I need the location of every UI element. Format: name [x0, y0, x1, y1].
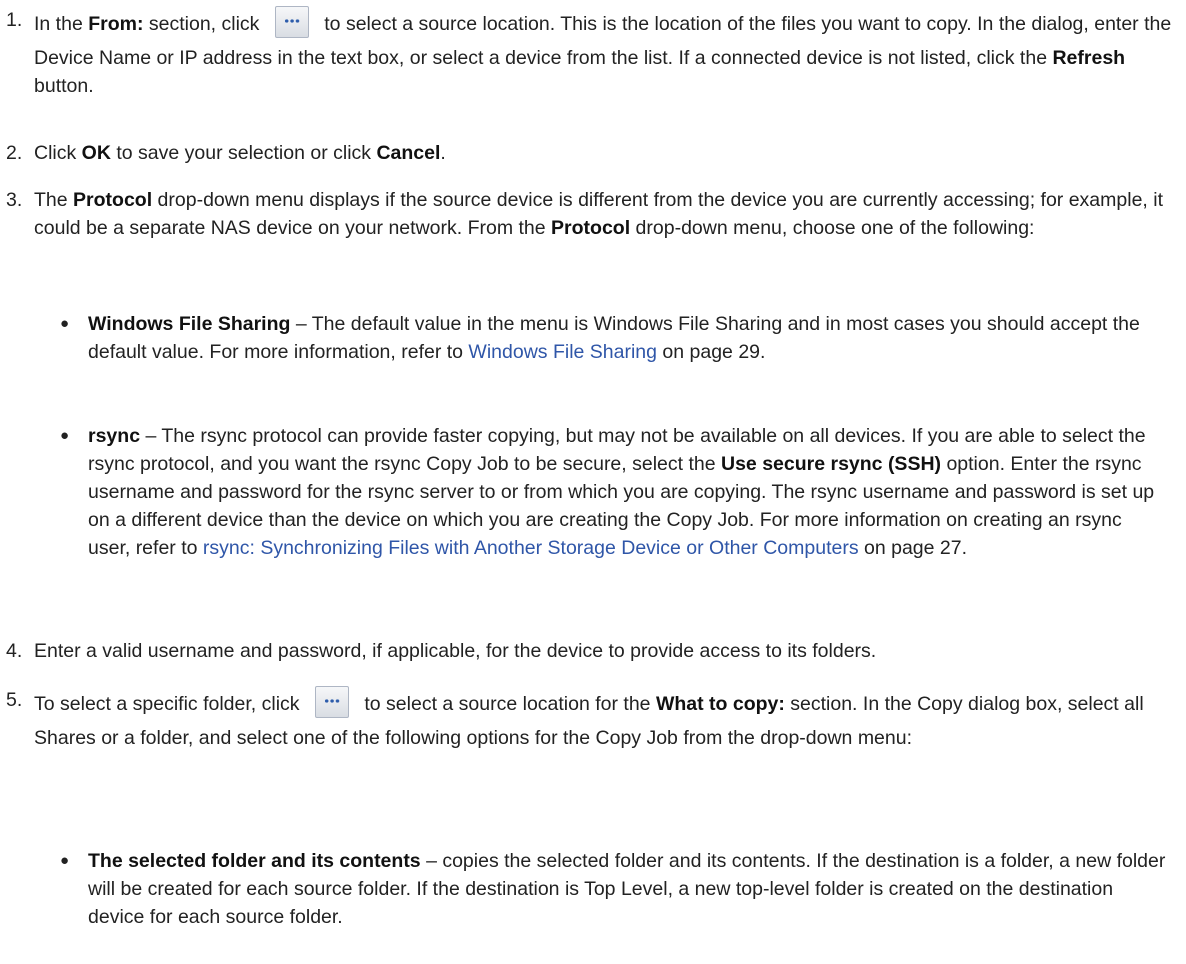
step-text: Click OK to save your selection or click…: [34, 142, 446, 164]
ellipsis-browse-icon: [314, 686, 349, 718]
step-text: To select a specific folder, click to se…: [34, 686, 1174, 752]
rsync-synchronizing-link[interactable]: rsync: Synchronizing Files with Another …: [203, 537, 859, 559]
step-text: Enter a valid username and password, if …: [34, 640, 877, 662]
step-number: 5.: [6, 689, 23, 711]
ellipsis-browse-icon: [274, 6, 309, 38]
step-text: In the From: section, click to select a …: [34, 6, 1174, 100]
windows-file-sharing-link[interactable]: Windows File Sharing: [468, 341, 657, 363]
step-number: 3.: [6, 189, 23, 211]
step-number: 2.: [6, 142, 23, 164]
bullet-dot: ●: [60, 315, 70, 332]
bullet-text: Windows File Sharing – The default value…: [88, 313, 1140, 363]
step-text: The Protocol drop-down menu displays if …: [34, 189, 1164, 239]
bullet-dot: ●: [60, 852, 70, 869]
bullet-text: The selected folder and its contents – c…: [88, 850, 1166, 928]
step-number: 1.: [6, 9, 23, 31]
bullet-text: rsync – The rsync protocol can provide f…: [88, 425, 1155, 559]
bullet-dot: ●: [60, 427, 70, 444]
step-number: 4.: [6, 640, 23, 662]
